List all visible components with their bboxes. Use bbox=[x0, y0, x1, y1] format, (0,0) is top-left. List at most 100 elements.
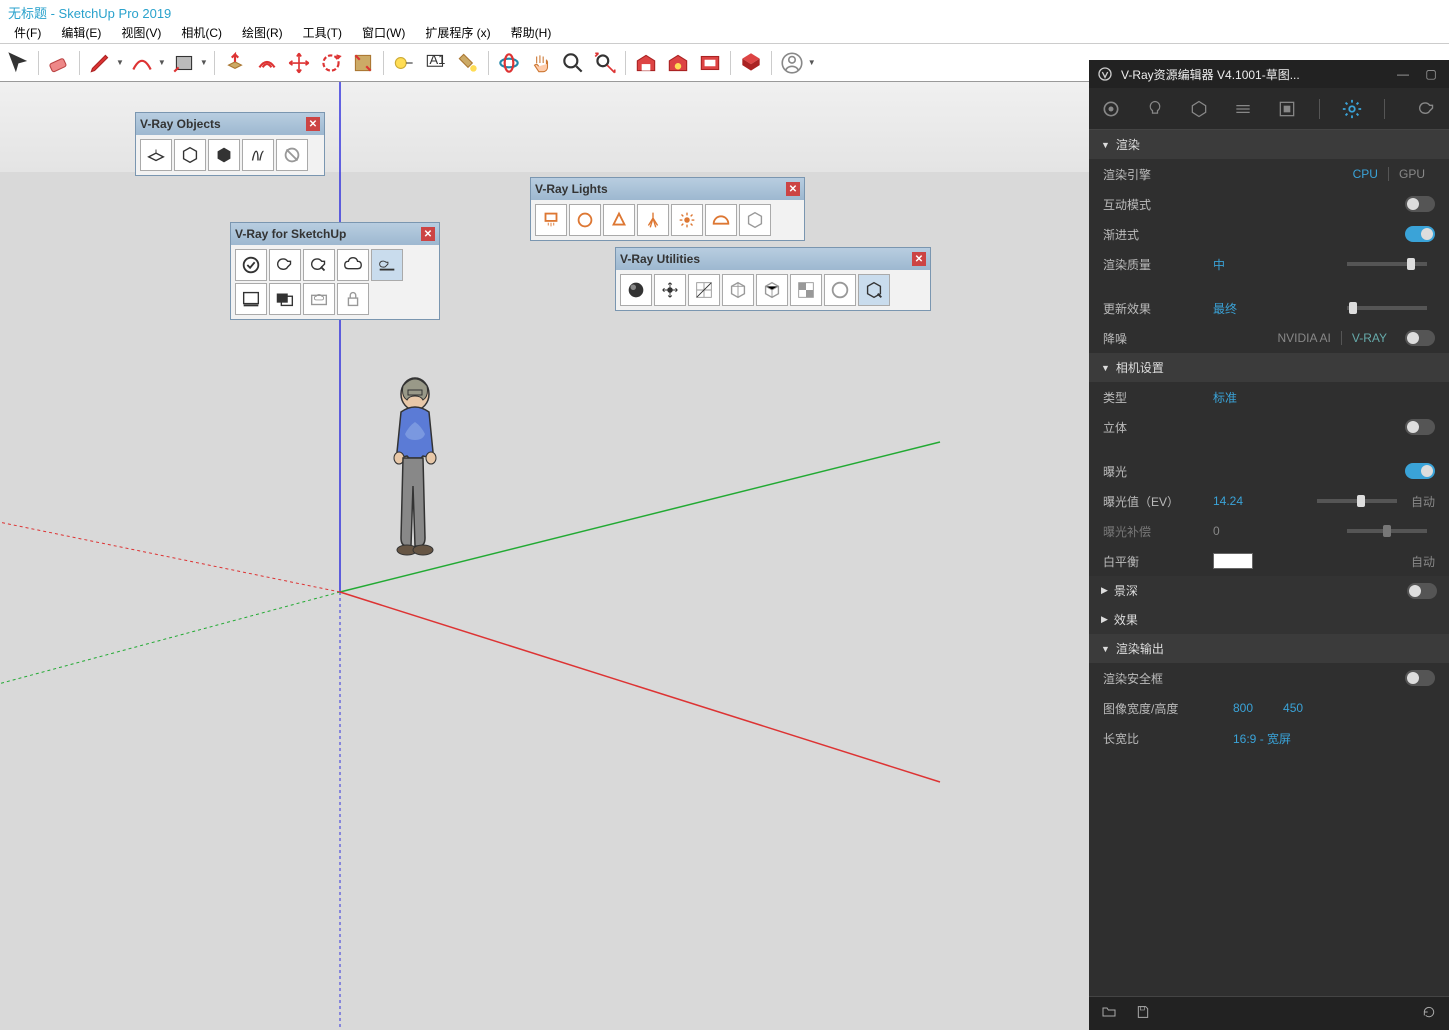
denoise-vray-button[interactable]: V-RAY bbox=[1342, 329, 1397, 347]
denoise-nvidia-button[interactable]: NVIDIA AI bbox=[1268, 329, 1341, 347]
menu-edit[interactable]: 编辑(E) bbox=[51, 22, 111, 43]
section-render[interactable]: ▼渲染 bbox=[1089, 130, 1449, 159]
menu-extensions[interactable]: 扩展程序 (x) bbox=[415, 22, 500, 43]
sphere-light-icon[interactable] bbox=[569, 204, 601, 236]
scale-figure-icon[interactable] bbox=[375, 372, 455, 602]
util-sphere-icon[interactable] bbox=[620, 274, 652, 306]
scale-tool-icon[interactable] bbox=[349, 49, 377, 77]
extension-warehouse-icon[interactable] bbox=[696, 49, 724, 77]
batch-render-icon[interactable] bbox=[269, 283, 301, 315]
quality-slider[interactable] bbox=[1347, 262, 1427, 266]
lights-tab-icon[interactable] bbox=[1143, 97, 1167, 121]
menu-view[interactable]: 视图(V) bbox=[111, 22, 171, 43]
minimize-icon[interactable]: — bbox=[1393, 64, 1413, 84]
vray-utilities-panel[interactable]: V-Ray Utilities✕ bbox=[615, 247, 931, 311]
menu-help[interactable]: 帮助(H) bbox=[501, 22, 562, 43]
util-move-icon[interactable] bbox=[654, 274, 686, 306]
vray-asset-editor[interactable]: V-Ray资源编辑器 V4.1001-草图... — ▢ ▼渲染 渲染引擎 CP… bbox=[1089, 60, 1449, 1030]
arc-tool-icon[interactable] bbox=[128, 49, 156, 77]
aspect-value[interactable]: 16:9 - 宽屏 bbox=[1233, 730, 1291, 747]
update-value[interactable]: 最终 bbox=[1213, 300, 1237, 317]
proxy-icon[interactable] bbox=[174, 139, 206, 171]
asset-editor-icon[interactable] bbox=[235, 249, 267, 281]
cloud-batch-icon[interactable] bbox=[303, 283, 335, 315]
spot-light-icon[interactable] bbox=[603, 204, 635, 236]
orbit-tool-icon[interactable] bbox=[495, 49, 523, 77]
render-interactive-icon[interactable] bbox=[303, 249, 335, 281]
pushpull-tool-icon[interactable] bbox=[221, 49, 249, 77]
engine-cpu-button[interactable]: CPU bbox=[1343, 165, 1388, 183]
textures-tab-icon[interactable] bbox=[1231, 97, 1255, 121]
components-icon[interactable] bbox=[664, 49, 692, 77]
update-slider[interactable] bbox=[1347, 306, 1427, 310]
frame-buffer-icon[interactable] bbox=[235, 283, 267, 315]
engine-gpu-button[interactable]: GPU bbox=[1389, 165, 1435, 183]
paint-tool-icon[interactable] bbox=[454, 49, 482, 77]
section-camera[interactable]: ▼相机设置 bbox=[1089, 353, 1449, 382]
vray-sketchup-panel[interactable]: V-Ray for SketchUp✕ bbox=[230, 222, 440, 320]
menu-camera[interactable]: 相机(C) bbox=[171, 22, 232, 43]
pencil-tool-icon[interactable] bbox=[86, 49, 114, 77]
menu-tools[interactable]: 工具(T) bbox=[293, 22, 352, 43]
dome-light-icon[interactable] bbox=[705, 204, 737, 236]
eraser-tool-icon[interactable] bbox=[45, 49, 73, 77]
util-circle-icon[interactable] bbox=[824, 274, 856, 306]
zoom-extents-icon[interactable] bbox=[591, 49, 619, 77]
fur-icon[interactable] bbox=[208, 139, 240, 171]
pan-tool-icon[interactable] bbox=[527, 49, 555, 77]
mesh-light-icon[interactable] bbox=[276, 139, 308, 171]
panel-title-bar[interactable]: V-Ray for SketchUp✕ bbox=[231, 223, 439, 245]
user-icon[interactable] bbox=[778, 49, 806, 77]
close-icon[interactable]: ✕ bbox=[306, 117, 320, 131]
render-button-icon[interactable] bbox=[1415, 97, 1439, 121]
util-uv-icon[interactable] bbox=[688, 274, 720, 306]
ev-value[interactable]: 14.24 bbox=[1213, 494, 1243, 508]
dropdown-arrow-icon[interactable]: ▼ bbox=[808, 58, 816, 67]
menu-window[interactable]: 窗口(W) bbox=[352, 22, 415, 43]
type-value[interactable]: 标准 bbox=[1213, 389, 1237, 406]
infinite-plane-icon[interactable] bbox=[140, 139, 172, 171]
render-elements-tab-icon[interactable] bbox=[1275, 97, 1299, 121]
ies-light-icon[interactable] bbox=[637, 204, 669, 236]
revert-icon[interactable] bbox=[1421, 1004, 1437, 1023]
maximize-icon[interactable]: ▢ bbox=[1421, 64, 1441, 84]
vray-objects-panel[interactable]: V-Ray Objects✕ bbox=[135, 112, 325, 176]
offset-tool-icon[interactable] bbox=[253, 49, 281, 77]
dropdown-arrow-icon[interactable]: ▼ bbox=[200, 58, 208, 67]
rotate-tool-icon[interactable] bbox=[317, 49, 345, 77]
panel-title-bar[interactable]: V-Ray Lights✕ bbox=[531, 178, 804, 200]
warehouse-icon[interactable] bbox=[632, 49, 660, 77]
exposure-toggle[interactable] bbox=[1405, 463, 1435, 479]
quality-value[interactable]: 中 bbox=[1213, 256, 1225, 273]
wb-swatch[interactable] bbox=[1213, 553, 1253, 569]
interactive-toggle[interactable] bbox=[1405, 196, 1435, 212]
text-tool-icon[interactable]: A1 bbox=[422, 49, 450, 77]
save-icon[interactable] bbox=[1135, 1004, 1151, 1023]
stereo-toggle[interactable] bbox=[1405, 419, 1435, 435]
util-select-icon[interactable] bbox=[858, 274, 890, 306]
dropdown-arrow-icon[interactable]: ▼ bbox=[158, 58, 166, 67]
util-box1-icon[interactable] bbox=[722, 274, 754, 306]
cloud-render-icon[interactable] bbox=[337, 249, 369, 281]
omni-light-icon[interactable] bbox=[671, 204, 703, 236]
viewport-render-icon[interactable] bbox=[371, 249, 403, 281]
util-box2-icon[interactable] bbox=[756, 274, 788, 306]
clipper-icon[interactable] bbox=[242, 139, 274, 171]
open-folder-icon[interactable] bbox=[1101, 1004, 1117, 1023]
menu-draw[interactable]: 绘图(R) bbox=[232, 22, 293, 43]
panel-title-bar[interactable]: V-Ray Objects✕ bbox=[136, 113, 324, 135]
denoise-toggle[interactable] bbox=[1405, 330, 1435, 346]
vray-title-bar[interactable]: V-Ray资源编辑器 V4.1001-草图... — ▢ bbox=[1089, 60, 1449, 88]
move-tool-icon[interactable] bbox=[285, 49, 313, 77]
rect-light-icon[interactable] bbox=[535, 204, 567, 236]
close-icon[interactable]: ✕ bbox=[786, 182, 800, 196]
section-output[interactable]: ▼渲染输出 bbox=[1089, 634, 1449, 663]
dof-toggle[interactable] bbox=[1407, 583, 1437, 599]
ev-slider[interactable] bbox=[1317, 499, 1397, 503]
rectangle-tool-icon[interactable] bbox=[170, 49, 198, 77]
height-value[interactable]: 450 bbox=[1283, 701, 1303, 715]
progressive-toggle[interactable] bbox=[1405, 226, 1435, 242]
materials-tab-icon[interactable] bbox=[1099, 97, 1123, 121]
safeframe-toggle[interactable] bbox=[1405, 670, 1435, 686]
mesh-light2-icon[interactable] bbox=[739, 204, 771, 236]
